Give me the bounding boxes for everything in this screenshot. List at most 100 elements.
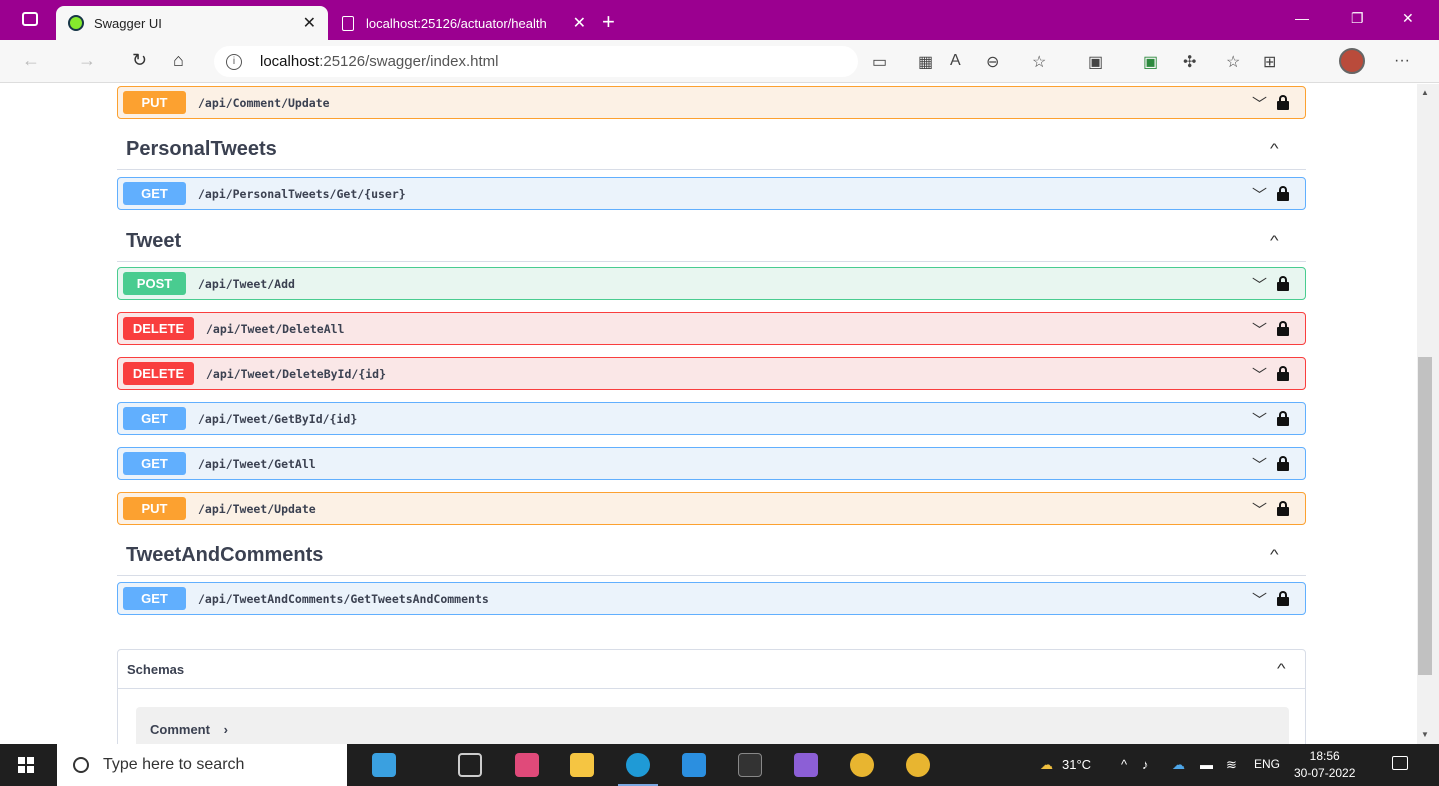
add-favorite-icon[interactable]: ☆ (1032, 52, 1046, 72)
task-view-icon[interactable] (458, 753, 482, 777)
tab-actions-icon[interactable] (22, 12, 38, 26)
lock-icon[interactable] (1277, 95, 1289, 110)
lock-icon[interactable] (1277, 591, 1289, 606)
chevron-up-icon[interactable]: ^ (1270, 546, 1279, 562)
chevron-down-icon[interactable]: ﹀ (1252, 274, 1267, 295)
schemas-title: Schemas (127, 661, 185, 677)
onedrive-icon[interactable]: ☁ (1172, 757, 1185, 773)
tag-tweet-and-comments[interactable]: TweetAndComments ^ (117, 536, 1306, 576)
extension-icon[interactable]: ▣ (1088, 52, 1103, 72)
search-icon (73, 757, 89, 773)
operation-put-tweet-update[interactable]: PUT /api/Tweet/Update ﹀ (117, 492, 1306, 525)
wifi-icon[interactable]: ≋ (1226, 757, 1237, 773)
operation-path: /api/PersonalTweets/Get/{user} (198, 186, 406, 201)
windows-start-icon[interactable] (18, 757, 34, 773)
tag-tweet[interactable]: Tweet ^ (117, 222, 1306, 262)
method-badge: DELETE (123, 362, 194, 385)
scroll-down-icon[interactable]: ▼ (1421, 730, 1429, 739)
chevron-down-icon[interactable]: ﹀ (1252, 319, 1267, 340)
operation-path: /api/Comment/Update (198, 95, 330, 110)
url-path: :25126/swagger/index.html (319, 53, 499, 70)
volume-icon[interactable]: ♪ (1142, 757, 1149, 772)
operation-get-tweets-and-comments[interactable]: GET /api/TweetAndComments/GetTweetsAndCo… (117, 582, 1306, 615)
page-scrollbar[interactable]: ▲ ▼ (1417, 84, 1439, 744)
restore-button[interactable]: ❐ (1351, 10, 1364, 27)
lock-icon[interactable] (1277, 321, 1289, 336)
lock-icon[interactable] (1277, 366, 1289, 381)
operation-get-tweet-getbyid[interactable]: GET /api/Tweet/GetById/{id} ﹀ (117, 402, 1306, 435)
close-tab-icon[interactable]: ✕ (303, 13, 316, 33)
app-available-icon[interactable]: ▭ (872, 52, 887, 72)
vscode-icon[interactable] (682, 753, 706, 777)
extensions-puzzle-icon[interactable]: ✣ (1183, 52, 1196, 72)
extension-green-icon[interactable]: ▣ (1143, 52, 1158, 72)
weather-icon[interactable]: ☁ (1040, 757, 1053, 773)
operation-put-comment-update[interactable]: PUT /api/Comment/Update ﹀ (117, 86, 1306, 119)
clock[interactable]: 18:56 30-07-2022 (1294, 748, 1355, 782)
method-badge: GET (123, 407, 186, 430)
scrollbar-thumb[interactable] (1418, 357, 1432, 675)
chrome-icon[interactable] (906, 753, 930, 777)
battery-icon[interactable]: ▬ (1200, 757, 1213, 772)
chevron-down-icon[interactable]: ﹀ (1252, 589, 1267, 610)
temperature[interactable]: 31°C (1062, 757, 1091, 772)
chevron-up-icon[interactable]: ^ (1270, 140, 1279, 156)
more-menu-button[interactable]: ··· (1394, 52, 1410, 70)
operation-delete-tweet-deleteall[interactable]: DELETE /api/Tweet/DeleteAll ﹀ (117, 312, 1306, 345)
taskbar-search[interactable]: Type here to search (57, 744, 347, 786)
tag-personal-tweets[interactable]: PersonalTweets ^ (117, 130, 1306, 170)
chevron-down-icon[interactable]: ﹀ (1252, 499, 1267, 520)
show-hidden-icons-icon[interactable]: ^ (1121, 757, 1127, 772)
chevron-down-icon[interactable]: ﹀ (1252, 184, 1267, 205)
zoom-icon[interactable]: ⊖ (986, 52, 999, 72)
model-comment[interactable]: Comment › (136, 707, 1289, 744)
tab-actuator-health[interactable]: localhost:25126/actuator/health ✕ (330, 6, 598, 40)
operation-get-tweet-getall[interactable]: GET /api/Tweet/GetAll ﹀ (117, 447, 1306, 480)
immersive-reader-icon[interactable]: ▦ (918, 52, 933, 72)
operation-path: /api/Tweet/GetAll (198, 456, 316, 471)
lock-icon[interactable] (1277, 411, 1289, 426)
operation-delete-tweet-deletebyid[interactable]: DELETE /api/Tweet/DeleteById/{id} ﹀ (117, 357, 1306, 390)
chrome-icon[interactable] (850, 753, 874, 777)
date: 30-07-2022 (1294, 766, 1356, 780)
snipping-tool-icon[interactable] (515, 753, 539, 777)
terminal-icon[interactable] (738, 753, 762, 777)
language-indicator[interactable]: ENG (1254, 757, 1280, 771)
close-tab-icon[interactable]: ✕ (573, 13, 586, 33)
collections-icon[interactable]: ⊞ (1263, 52, 1276, 72)
operation-post-tweet-add[interactable]: POST /api/Tweet/Add ﹀ (117, 267, 1306, 300)
new-tab-button[interactable]: + (602, 9, 615, 35)
scroll-up-icon[interactable]: ▲ (1421, 88, 1429, 97)
lock-icon[interactable] (1277, 456, 1289, 471)
forward-button[interactable]: → (78, 50, 96, 71)
lock-icon[interactable] (1277, 186, 1289, 201)
home-button[interactable]: ⌂ (173, 50, 184, 71)
visual-studio-icon[interactable] (794, 753, 818, 777)
operation-get-personal-tweets[interactable]: GET /api/PersonalTweets/Get/{user} ﹀ (117, 177, 1306, 210)
chevron-down-icon[interactable]: ﹀ (1252, 93, 1267, 114)
model-name: Comment (150, 722, 210, 737)
lock-icon[interactable] (1277, 276, 1289, 291)
chevron-down-icon[interactable]: ﹀ (1252, 454, 1267, 475)
favorites-icon[interactable]: ☆ (1226, 52, 1240, 72)
refresh-button[interactable]: ↻ (132, 50, 147, 71)
tab-swagger-ui[interactable]: Swagger UI ✕ (56, 6, 328, 40)
profile-avatar[interactable] (1339, 48, 1365, 74)
close-window-button[interactable]: ✕ (1402, 10, 1414, 27)
chevron-up-icon[interactable]: ^ (1277, 660, 1286, 676)
chevron-down-icon[interactable]: ﹀ (1252, 364, 1267, 385)
chevron-down-icon[interactable]: ﹀ (1252, 409, 1267, 430)
operation-path: /api/Tweet/Add (198, 276, 295, 291)
back-button[interactable]: ← (22, 50, 40, 71)
file-explorer-icon[interactable] (570, 753, 594, 777)
notification-center-icon[interactable] (1392, 756, 1408, 770)
address-bar[interactable]: i localhost:25126/swagger/index.html (214, 46, 858, 77)
schemas-header[interactable]: Schemas (118, 650, 1305, 689)
edge-icon[interactable] (618, 753, 658, 786)
chevron-up-icon[interactable]: ^ (1270, 232, 1279, 248)
minimize-button[interactable]: — (1295, 10, 1309, 26)
read-aloud-icon[interactable]: A (950, 52, 961, 70)
lock-icon[interactable] (1277, 501, 1289, 516)
news-widget-icon[interactable] (372, 753, 396, 777)
site-info-icon[interactable]: i (226, 53, 242, 70)
